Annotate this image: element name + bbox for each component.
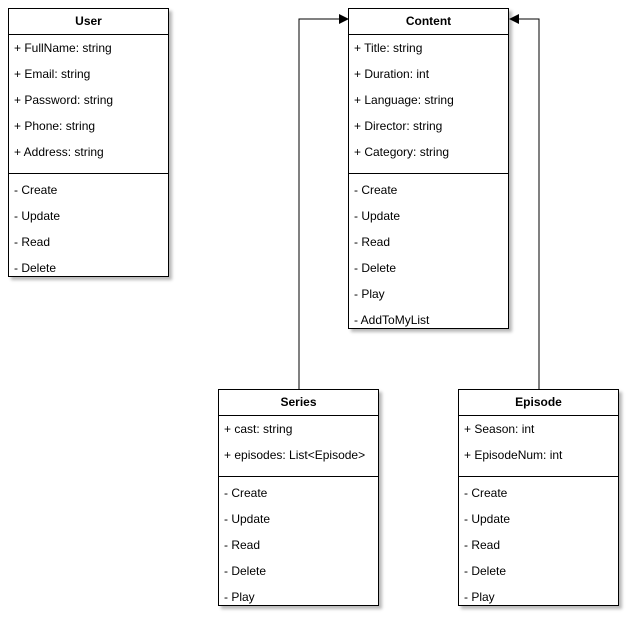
method: - AddToMyList <box>354 313 430 327</box>
method: - Create <box>464 486 508 500</box>
attribute: + Phone: string <box>14 119 96 133</box>
class-series-methods: - Create - Update - Read - Delete - Play <box>219 477 378 610</box>
attribute: + Email: string <box>14 67 91 81</box>
class-content-name: Content <box>349 9 508 35</box>
class-episode[interactable]: Episode + Season: int + EpisodeNum: int … <box>458 389 619 606</box>
attribute: + Duration: int <box>354 67 430 81</box>
class-series-name: Series <box>219 390 378 416</box>
method: - Read <box>464 538 501 552</box>
class-content[interactable]: Content + Title: string + Duration: int … <box>348 8 509 329</box>
method: - Update <box>14 209 61 223</box>
class-user-name: User <box>9 9 168 35</box>
attribute: + FullName: string <box>14 41 112 55</box>
attribute: + Director: string <box>354 119 443 133</box>
method: - Delete <box>464 564 507 578</box>
class-user[interactable]: User + FullName: string + Email: string … <box>8 8 169 277</box>
attribute: + Address: string <box>14 145 104 159</box>
attribute: + cast: string <box>224 422 293 436</box>
attribute: + Category: string <box>354 145 450 159</box>
method: - Create <box>354 183 398 197</box>
class-user-methods: - Create - Update - Read - Delete <box>9 174 168 281</box>
attribute: + Language: string <box>354 93 454 107</box>
method: - Delete <box>354 261 397 275</box>
method: - Play <box>354 287 385 301</box>
series-to-content-arrow[interactable] <box>298 14 349 389</box>
attribute: + Title: string <box>354 41 423 55</box>
attribute: + episodes: List<Episode> <box>224 448 366 462</box>
method: - Play <box>464 590 495 604</box>
class-episode-methods: - Create - Update - Read - Delete - Play <box>459 477 618 610</box>
method: - Update <box>224 512 271 526</box>
attribute: + EpisodeNum: int <box>464 448 563 462</box>
attribute: + Season: int <box>464 422 535 436</box>
method: - Delete <box>224 564 267 578</box>
episode-to-content-arrow[interactable] <box>509 14 540 389</box>
class-series-attributes: + cast: string + episodes: List<Episode> <box>219 416 378 476</box>
method: - Update <box>464 512 511 526</box>
method: - Create <box>224 486 268 500</box>
method: - Read <box>224 538 261 552</box>
method: - Update <box>354 209 401 223</box>
class-content-attributes: + Title: string + Duration: int + Langua… <box>349 35 508 173</box>
method: - Play <box>224 590 255 604</box>
class-episode-attributes: + Season: int + EpisodeNum: int <box>459 416 618 476</box>
class-content-methods: - Create - Update - Read - Delete - Play… <box>349 174 508 333</box>
class-series[interactable]: Series + cast: string + episodes: List<E… <box>218 389 379 606</box>
class-user-attributes: + FullName: string + Email: string + Pas… <box>9 35 168 173</box>
attribute: + Password: string <box>14 93 114 107</box>
method: - Delete <box>14 261 57 275</box>
method: - Read <box>354 235 391 249</box>
method: - Create <box>14 183 58 197</box>
method: - Read <box>14 235 51 249</box>
class-episode-name: Episode <box>459 390 618 416</box>
